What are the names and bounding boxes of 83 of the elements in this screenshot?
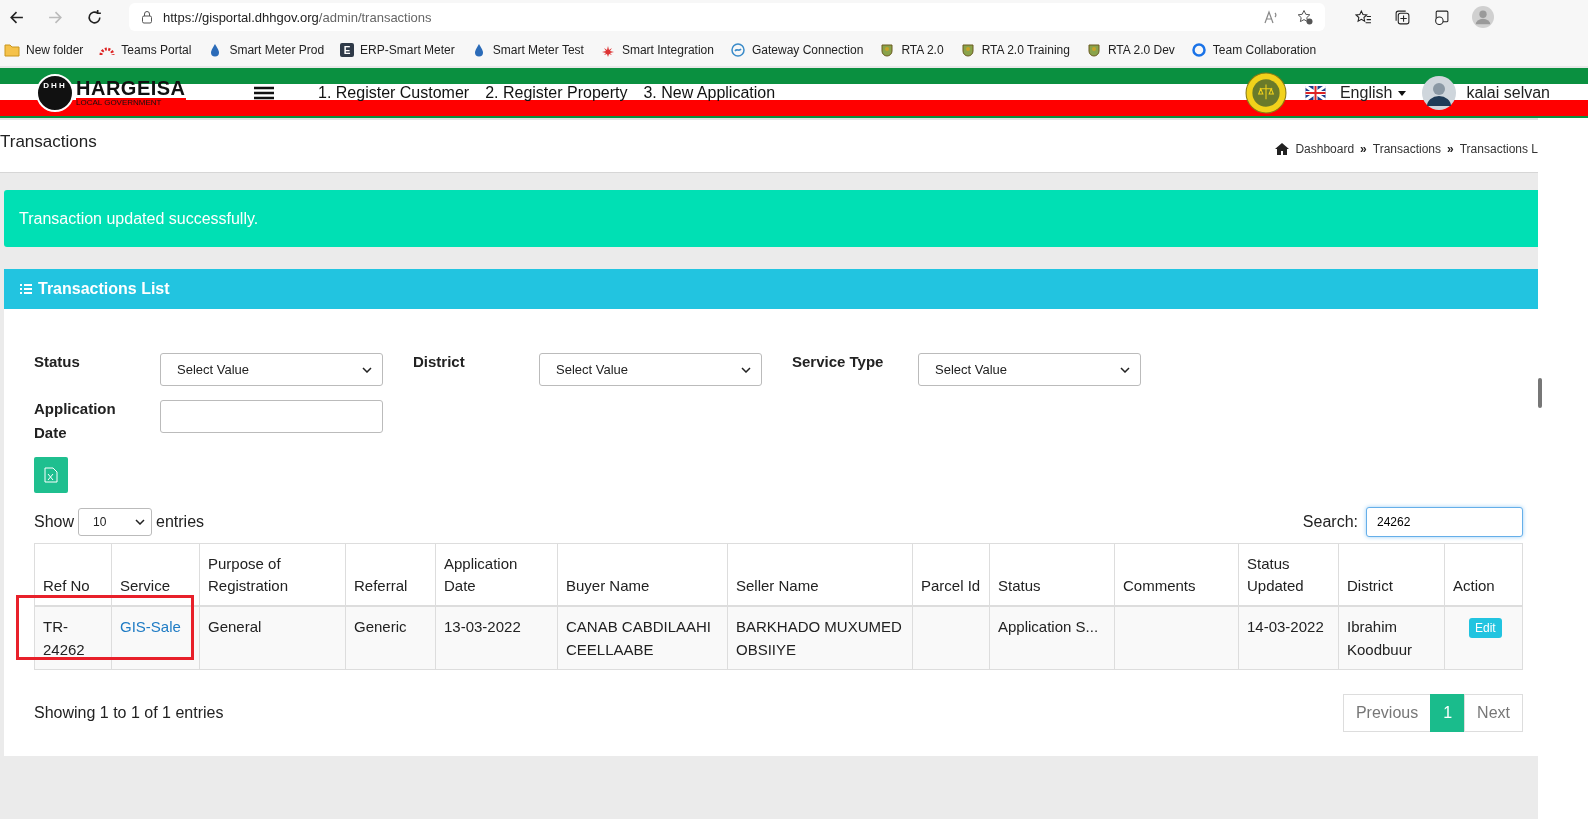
entries-label: entries: [156, 513, 205, 531]
nav-link[interactable]: 1. Register Customer: [318, 84, 470, 102]
search-label: Search:: [1302, 513, 1358, 531]
browser-essentials-icon[interactable]: [1433, 8, 1450, 26]
emblem-icon: [959, 43, 976, 57]
list-icon: [20, 284, 32, 294]
logo-title: HARGEISA: [76, 78, 186, 98]
chevron-icon: [135, 519, 146, 525]
seal-icon: [1244, 72, 1287, 114]
bookmark[interactable]: Teams Portal: [99, 43, 192, 57]
date-field[interactable]: [160, 400, 383, 433]
lock-icon: [141, 10, 153, 24]
select-field[interactable]: Select Value: [539, 353, 762, 386]
logo-subtitle: LOCAL GOVERNMENT: [76, 98, 186, 108]
card-title: Transactions List: [38, 280, 170, 298]
refresh-icon[interactable]: [86, 8, 103, 26]
collections-icon[interactable]: [1394, 8, 1411, 26]
home-icon: [1275, 143, 1290, 155]
cell-text: 14-03-2022: [1247, 618, 1324, 635]
bookmark[interactable]: E ERP-Smart Meter: [340, 43, 455, 57]
chevron-icon: [362, 366, 372, 373]
breadcrumb-link[interactable]: Transactions: [1372, 142, 1442, 156]
profile-icon[interactable]: [1472, 6, 1494, 28]
select-field[interactable]: Select Value: [918, 353, 1141, 386]
nav-link[interactable]: 3. New Application: [643, 84, 776, 102]
bookmark[interactable]: Smart Meter Test: [470, 43, 584, 57]
select-field[interactable]: Select Value: [160, 353, 383, 386]
breadcrumb-link[interactable]: Transactions L: [1459, 142, 1538, 156]
star-add-icon[interactable]: [1297, 9, 1313, 25]
bookmark[interactable]: Smart Meter Prod: [207, 43, 325, 57]
emblem-icon: [879, 43, 896, 57]
menu-icon[interactable]: [254, 86, 274, 100]
nav-link[interactable]: 2. Register Property: [485, 84, 628, 102]
user-name[interactable]: kalai selvan: [1466, 84, 1550, 102]
bookmark[interactable]: New folder: [4, 43, 84, 57]
bookmark[interactable]: Gateway Connection: [729, 43, 864, 57]
letter-icon: E: [340, 43, 355, 57]
pagination-button[interactable]: Next: [1464, 694, 1523, 732]
avatar-icon[interactable]: [1422, 76, 1457, 110]
chevron-icon: [1120, 366, 1130, 373]
spreadsheet-icon: [44, 467, 58, 483]
service-link[interactable]: GIS-Sale: [120, 618, 181, 635]
entries-info: Showing 1 to 1 of 1 entries: [34, 704, 224, 722]
flag-icon: [1304, 86, 1326, 100]
read-aloud-icon[interactable]: [1263, 9, 1279, 25]
cell-text: CANAB CABDILAAHI CEELLAABE: [566, 618, 712, 658]
filter-label: Service Type: [792, 352, 885, 372]
cell-text: BARKHADO MUXUMED OBSIIYE: [736, 618, 902, 658]
page-size-select[interactable]: 10: [78, 508, 153, 536]
bookmark[interactable]: Smart Integration: [599, 43, 714, 57]
favorites-icon[interactable]: [1355, 8, 1372, 26]
filter-label: Application Date: [34, 399, 117, 443]
breadcrumb-separator: »: [1447, 142, 1454, 156]
show-label: Show: [34, 513, 75, 531]
logo[interactable]: DHH HARGEISA LOCAL GOVERNMENT: [36, 74, 254, 112]
logo-emblem: DHH: [36, 74, 74, 112]
caret-icon: [1398, 90, 1407, 96]
cell-text: General: [208, 618, 262, 635]
scrollbar-thumb[interactable]: [1538, 378, 1542, 408]
filter-label: District: [413, 352, 466, 372]
language-dropdown[interactable]: English: [1339, 84, 1393, 102]
page-title: Transactions: [0, 132, 97, 152]
emblem-icon: [1085, 43, 1102, 57]
swirl-icon: [729, 43, 746, 57]
breadcrumb-link[interactable]: Dashboard: [1295, 142, 1355, 156]
ring-icon: [1190, 43, 1207, 57]
filter-label: Status: [34, 352, 81, 372]
address-bar[interactable]: https://gisportal.dhhgov.org/admin/transactions: [129, 3, 1325, 31]
cell-text: 13-03-2022: [444, 618, 521, 635]
cell-text: Generic: [354, 618, 407, 635]
bookmark[interactable]: RTA 2.0 Training: [959, 43, 1070, 57]
success-alert: Transaction updated successfully.: [4, 190, 1538, 247]
bookmark[interactable]: RTA 2.0 Dev: [1085, 43, 1175, 57]
cell-text: Ibrahim Koodbuur: [1347, 618, 1413, 658]
search-field[interactable]: 24262: [1366, 507, 1523, 537]
bookmark[interactable]: RTA 2.0: [879, 43, 944, 57]
cell-text: TR-24262: [43, 618, 85, 658]
pagination-button[interactable]: Previous: [1342, 694, 1432, 732]
folder-icon: [4, 43, 20, 57]
chevron-icon: [741, 366, 751, 373]
bookmark[interactable]: Team Collaboration: [1190, 43, 1317, 57]
breadcrumb-separator: »: [1360, 142, 1367, 156]
cell-text: Application S...: [998, 618, 1099, 635]
